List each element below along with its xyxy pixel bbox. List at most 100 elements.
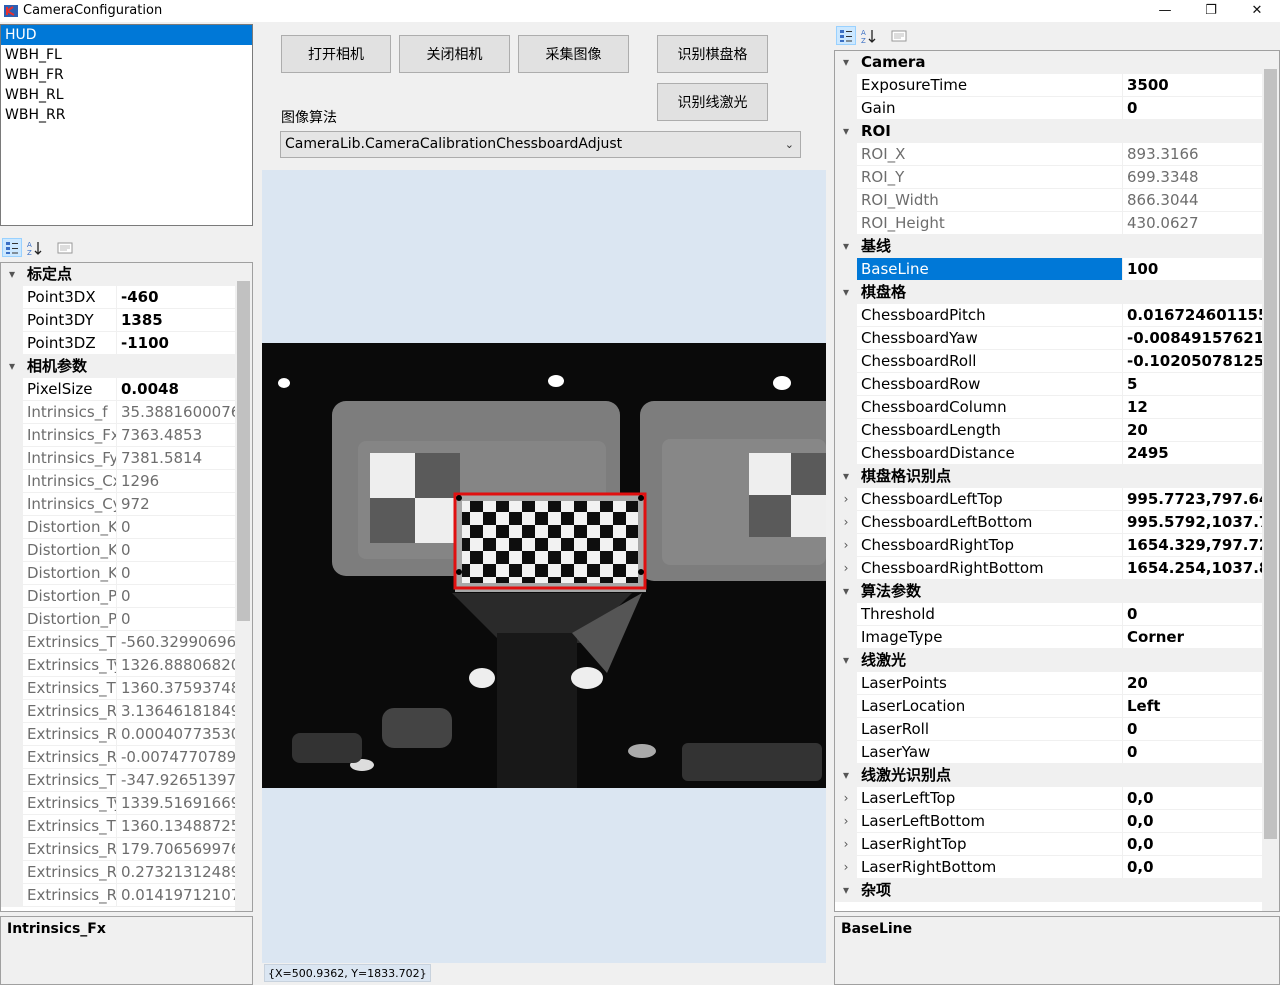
alphabetical-sort-icon[interactable]: AZ bbox=[25, 238, 45, 257]
collapse-icon[interactable]: ▾ bbox=[835, 649, 857, 672]
property-row[interactable]: Extrinsics_Tz 1360.1348872523 bbox=[1, 815, 252, 838]
expand-icon[interactable]: › bbox=[835, 557, 857, 580]
collapse-icon[interactable]: ▾ bbox=[835, 281, 857, 304]
right-property-grid[interactable]: ▾ Camera ExposureTime 3500 Gain 0 ▾ ROI ROI_X 893… bbox=[834, 50, 1280, 912]
property-value[interactable]: 20 bbox=[1123, 419, 1279, 442]
property-row[interactable]: Extrinsics_Rz 0.0141971210747 bbox=[1, 884, 252, 907]
category-row[interactable]: ▾ 标定点 bbox=[1, 263, 252, 286]
collapse-icon[interactable]: ▾ bbox=[835, 879, 857, 902]
property-row[interactable]: ROI_Y 699.3348 bbox=[835, 166, 1279, 189]
property-row[interactable]: Extrinsics_Tx -560.3299069664 bbox=[1, 631, 252, 654]
property-row[interactable]: ChessboardRow 5 bbox=[835, 373, 1279, 396]
maximize-button[interactable]: ❐ bbox=[1188, 0, 1234, 22]
property-row[interactable]: Point3DY 1385 bbox=[1, 309, 252, 332]
alphabetical-sort-icon[interactable]: AZ bbox=[859, 26, 879, 45]
camera-list-item[interactable]: WBH_FR bbox=[1, 65, 252, 85]
collapse-icon[interactable]: ▾ bbox=[1, 355, 23, 378]
property-value[interactable]: 1654.329,797.7299 bbox=[1123, 534, 1279, 557]
minimize-button[interactable]: — bbox=[1142, 0, 1188, 22]
expand-icon[interactable]: › bbox=[835, 511, 857, 534]
scrollbar-thumb[interactable] bbox=[237, 281, 250, 621]
property-row[interactable]: ROI_Height 430.0627 bbox=[835, 212, 1279, 235]
collapse-icon[interactable]: ▾ bbox=[835, 120, 857, 143]
category-row[interactable]: ▾ 线激光 bbox=[835, 649, 1279, 672]
open-camera-button[interactable]: 打开相机 bbox=[281, 35, 391, 73]
property-row[interactable]: ChessboardLength 20 bbox=[835, 419, 1279, 442]
property-row[interactable]: › LaserLeftBottom 0,0 bbox=[835, 810, 1279, 833]
property-row[interactable]: Intrinsics_Cy 972 bbox=[1, 493, 252, 516]
property-value[interactable]: 20 bbox=[1123, 672, 1279, 695]
property-value[interactable]: 3500 bbox=[1123, 74, 1279, 97]
property-row[interactable]: › LaserRightBottom 0,0 bbox=[835, 856, 1279, 879]
property-row[interactable]: ChessboardColumn 12 bbox=[835, 396, 1279, 419]
collapse-icon[interactable]: ▾ bbox=[1, 263, 23, 286]
property-row[interactable]: Gain 0 bbox=[835, 97, 1279, 120]
property-row[interactable]: ChessboardYaw -0.0084915762115 bbox=[835, 327, 1279, 350]
property-row[interactable]: Extrinsics_Rx 179.70656997631 bbox=[1, 838, 252, 861]
category-row[interactable]: ▾ 线激光识别点 bbox=[835, 764, 1279, 787]
property-value[interactable]: 5 bbox=[1123, 373, 1279, 396]
property-value[interactable]: -0.0084915762115 bbox=[1123, 327, 1279, 350]
property-row[interactable]: Distortion_P 0 bbox=[1, 585, 252, 608]
property-value[interactable]: 0,0 bbox=[1123, 810, 1279, 833]
property-row[interactable]: LaserLocation Left bbox=[835, 695, 1279, 718]
category-row[interactable]: ▾ 棋盘格 bbox=[835, 281, 1279, 304]
detect-chessboard-button[interactable]: 识别棋盘格 bbox=[657, 35, 768, 73]
property-row[interactable]: › ChessboardRightBottom 1654.254,1037.854 bbox=[835, 557, 1279, 580]
expand-icon[interactable]: › bbox=[835, 833, 857, 856]
property-row[interactable]: › LaserLeftTop 0,0 bbox=[835, 787, 1279, 810]
camera-image-viewer[interactable] bbox=[262, 343, 840, 788]
expand-icon[interactable]: › bbox=[835, 810, 857, 833]
property-row[interactable]: ChessboardPitch 0.01672460115503 bbox=[835, 304, 1279, 327]
categorized-view-icon[interactable] bbox=[836, 26, 856, 45]
expand-icon[interactable]: › bbox=[835, 534, 857, 557]
category-row[interactable]: ▾ ROI bbox=[835, 120, 1279, 143]
property-row[interactable]: Extrinsics_Ty 1326.8880682079 bbox=[1, 654, 252, 677]
property-value[interactable]: 2495 bbox=[1123, 442, 1279, 465]
collapse-icon[interactable]: ▾ bbox=[835, 51, 857, 74]
property-value[interactable]: 1385 bbox=[117, 309, 252, 332]
property-row[interactable]: Distortion_K 0 bbox=[1, 539, 252, 562]
property-row[interactable]: Distortion_K 0 bbox=[1, 516, 252, 539]
property-value[interactable]: Left bbox=[1123, 695, 1279, 718]
property-row[interactable]: Threshold 0 bbox=[835, 603, 1279, 626]
property-value[interactable]: Corner bbox=[1123, 626, 1279, 649]
property-value[interactable]: 0 bbox=[1123, 97, 1279, 120]
category-row[interactable]: ▾ 棋盘格识别点 bbox=[835, 465, 1279, 488]
property-value[interactable]: 0.01672460115503 bbox=[1123, 304, 1279, 327]
property-row[interactable]: ROI_X 893.3166 bbox=[835, 143, 1279, 166]
property-value[interactable]: 0,0 bbox=[1123, 833, 1279, 856]
property-row[interactable]: Extrinsics_Rz -0.007477078966 bbox=[1, 746, 252, 769]
property-value[interactable]: 0.0048 bbox=[117, 378, 252, 401]
property-row[interactable]: Extrinsics_Ry 0.2732131248930 bbox=[1, 861, 252, 884]
vertical-scrollbar[interactable] bbox=[1262, 51, 1279, 911]
property-value[interactable]: 100 bbox=[1123, 258, 1279, 281]
property-row[interactable]: LaserPoints 20 bbox=[835, 672, 1279, 695]
property-row[interactable]: Intrinsics_Cx 1296 bbox=[1, 470, 252, 493]
property-row[interactable]: Distortion_P 0 bbox=[1, 608, 252, 631]
property-row[interactable]: ROI_Width 866.3044 bbox=[835, 189, 1279, 212]
category-row[interactable]: ▾ 基线 bbox=[835, 235, 1279, 258]
scrollbar-thumb[interactable] bbox=[1264, 69, 1277, 839]
expand-icon[interactable]: › bbox=[835, 787, 857, 810]
collapse-icon[interactable]: ▾ bbox=[835, 465, 857, 488]
property-row[interactable]: LaserYaw 0 bbox=[835, 741, 1279, 764]
capture-image-button[interactable]: 采集图像 bbox=[518, 35, 629, 73]
property-row[interactable]: › LaserRightTop 0,0 bbox=[835, 833, 1279, 856]
property-row[interactable]: ExposureTime 3500 bbox=[835, 74, 1279, 97]
close-button[interactable]: ✕ bbox=[1234, 0, 1280, 22]
property-row[interactable]: LaserRoll 0 bbox=[835, 718, 1279, 741]
expand-icon[interactable]: › bbox=[835, 488, 857, 511]
categorized-view-icon[interactable] bbox=[2, 238, 22, 257]
property-pages-icon[interactable] bbox=[55, 238, 75, 257]
algorithm-select[interactable]: CameraLib.CameraCalibrationChessboardAdj… bbox=[280, 131, 801, 158]
property-row[interactable]: Extrinsics_Tz 1360.3759374870 bbox=[1, 677, 252, 700]
property-value[interactable]: 0 bbox=[1123, 718, 1279, 741]
property-row[interactable]: PixelSize 0.0048 bbox=[1, 378, 252, 401]
camera-list[interactable]: HUD WBH_FL WBH_FR WBH_RL WBH_RR bbox=[0, 24, 253, 226]
property-row[interactable]: Intrinsics_Fy 7381.5814 bbox=[1, 447, 252, 470]
property-row[interactable]: BaseLine 100 bbox=[835, 258, 1279, 281]
property-row[interactable]: Point3DZ -1100 bbox=[1, 332, 252, 355]
collapse-icon[interactable]: ▾ bbox=[835, 235, 857, 258]
property-row[interactable]: Extrinsics_Tx -347.9265139721 bbox=[1, 769, 252, 792]
